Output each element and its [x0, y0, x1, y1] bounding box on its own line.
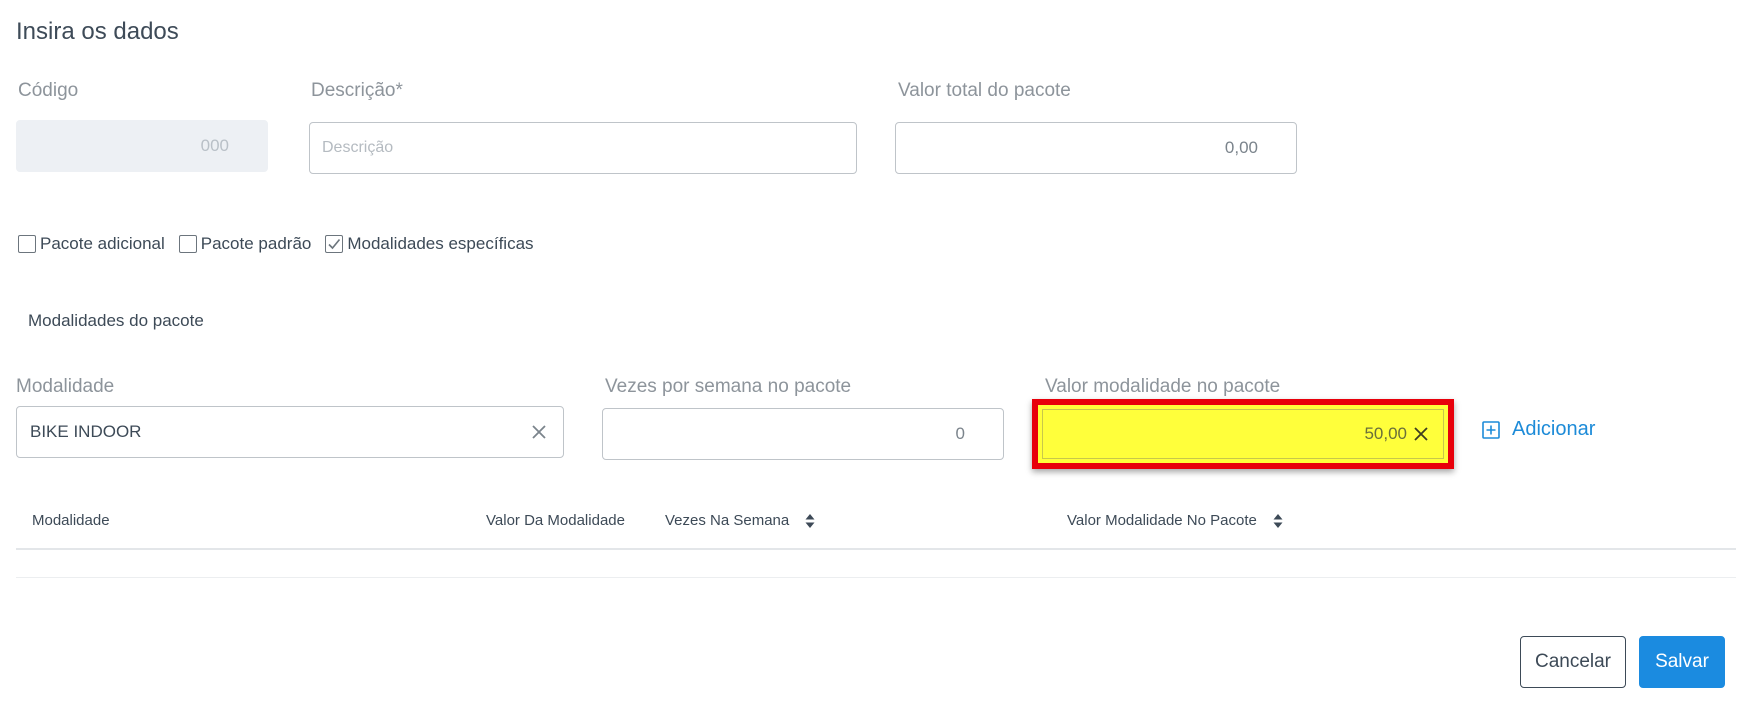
table-header-divider	[16, 548, 1736, 550]
codigo-value: 000	[200, 136, 229, 155]
checkbox-label: Pacote adicional	[40, 234, 165, 253]
descricao-label: Descrição*	[311, 80, 403, 101]
column-header-label: Vezes Na Semana	[665, 512, 790, 529]
column-header-valor-modalidade: Valor Da Modalidade	[486, 512, 625, 529]
codigo-input: 000	[16, 120, 268, 172]
checkbox-unchecked-icon	[18, 235, 36, 253]
column-header-modalidade: Modalidade	[32, 512, 110, 529]
checkbox-modalidades-especificas[interactable]: Modalidades específicas	[325, 234, 534, 254]
checkbox-label: Pacote padrão	[200, 234, 312, 253]
checkbox-unchecked-icon	[178, 235, 197, 253]
modalidade-value: BIKE INDOOR	[30, 422, 142, 441]
cancel-button[interactable]: Cancelar	[1520, 636, 1626, 688]
modalidade-label: Modalidade	[16, 376, 115, 397]
valor-modalidade-value: 50,00	[1364, 424, 1407, 443]
valor-total-value: 0,00	[1224, 138, 1258, 157]
valor-total-label: Valor total do pacote	[898, 80, 1071, 101]
plus-square-icon	[1482, 420, 1500, 439]
checkbox-pacote-adicional[interactable]: Pacote adicional	[18, 234, 165, 254]
dialog-title: Insira os dados	[16, 18, 179, 45]
valor-modalidade-label: Valor modalidade no pacote	[1045, 376, 1281, 397]
clear-icon[interactable]	[1411, 424, 1431, 444]
save-button[interactable]: Salvar	[1639, 636, 1725, 688]
add-modalidade-button[interactable]: Adicionar	[1482, 418, 1595, 441]
column-header-label: Modalidade	[32, 512, 110, 529]
sort-icon[interactable]	[1273, 513, 1283, 529]
column-header-vezes-semana[interactable]: Vezes Na Semana	[665, 512, 815, 529]
sort-icon[interactable]	[805, 513, 815, 529]
options-checkbox-row: Pacote adicional Pacote padrão Modalidad…	[18, 234, 548, 254]
column-header-label: Valor Da Modalidade	[486, 512, 625, 529]
add-label: Adicionar	[1512, 418, 1596, 440]
checkbox-label: Modalidades específicas	[347, 234, 534, 253]
valor-modalidade-highlight: 50,00	[1032, 399, 1454, 469]
vezes-semana-value: 0	[955, 424, 965, 443]
valor-total-input[interactable]: 0,00	[895, 122, 1297, 174]
checkbox-pacote-padrao[interactable]: Pacote padrão	[178, 234, 312, 254]
checkmark-icon	[325, 235, 344, 253]
clear-icon[interactable]	[529, 422, 549, 442]
column-header-valor-pacote[interactable]: Valor Modalidade No Pacote	[1067, 512, 1283, 529]
descricao-placeholder: Descrição	[322, 139, 394, 156]
modalidades-section-title: Modalidades do pacote	[28, 311, 204, 330]
vezes-semana-input[interactable]: 0	[602, 408, 1004, 460]
column-header-label: Valor Modalidade No Pacote	[1067, 512, 1257, 529]
descricao-input[interactable]: Descrição	[309, 122, 857, 174]
valor-modalidade-input[interactable]: 50,00	[1042, 409, 1444, 459]
table-empty-row-divider	[16, 577, 1736, 578]
codigo-label: Código	[18, 80, 79, 101]
modalidade-select[interactable]: BIKE INDOOR	[16, 406, 564, 458]
vezes-semana-label: Vezes por semana no pacote	[605, 376, 852, 397]
